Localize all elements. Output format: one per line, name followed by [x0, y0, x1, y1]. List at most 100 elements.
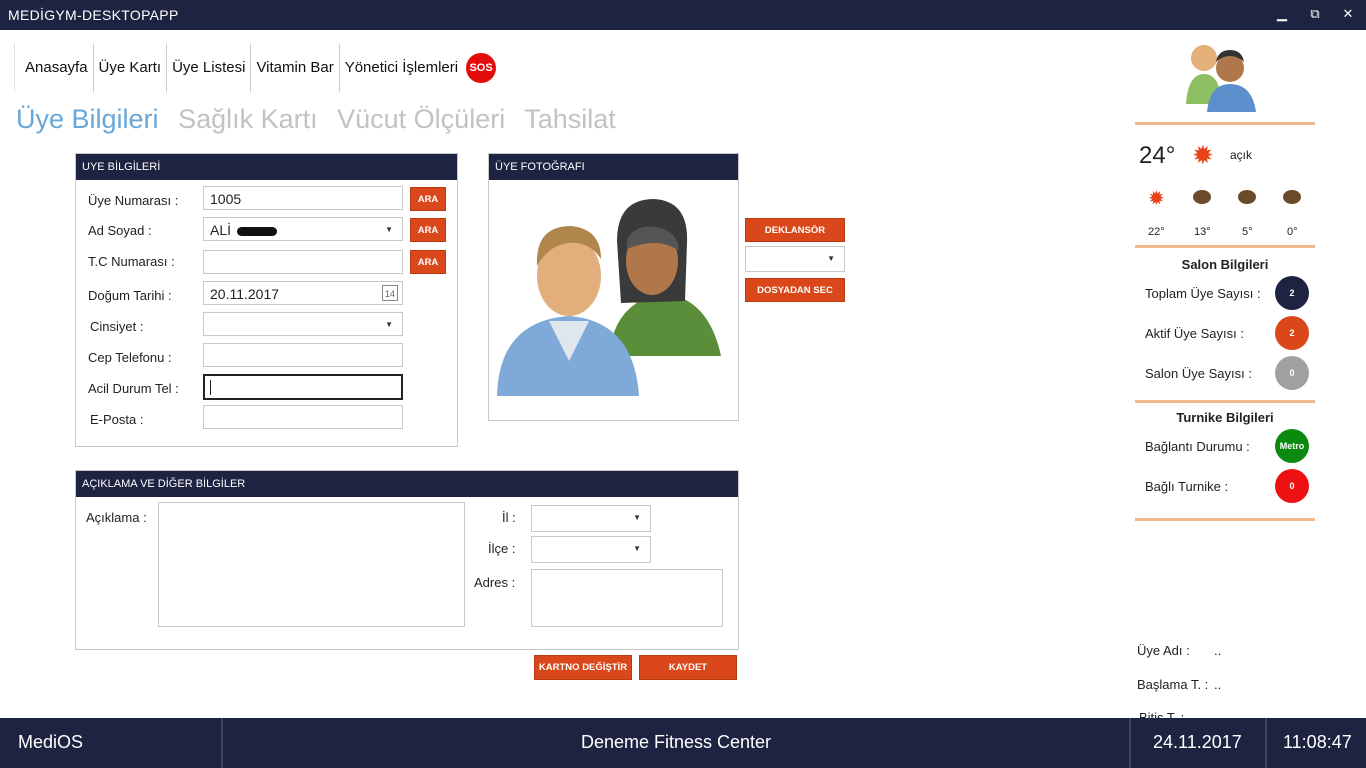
nav-vitamin-bar[interactable]: Vitamin Bar	[250, 44, 338, 92]
main-nav: Anasayfa Üye Kartı Üye Listesi Vitamin B…	[14, 44, 497, 92]
save-button[interactable]: KAYDET	[639, 655, 737, 680]
taskbar: MediOS Deneme Fitness Center 24.11.2017 …	[0, 718, 1366, 768]
forecast-temp: 5°	[1242, 226, 1253, 238]
from-file-button[interactable]: DOSYADAN SEC	[745, 278, 845, 302]
salon-members-badge: 0	[1275, 356, 1309, 390]
email-input[interactable]	[203, 405, 403, 429]
name-select[interactable]: ALİ ▼	[203, 217, 403, 241]
minimize-button[interactable]: ▁	[1272, 6, 1292, 24]
sos-button[interactable]: SOS	[466, 53, 497, 83]
cloud-icon	[1283, 190, 1301, 204]
search-number-button[interactable]: ARA	[410, 187, 446, 211]
taskbar-separator	[1129, 718, 1131, 768]
nav-member-card[interactable]: Üye Kartı	[92, 44, 167, 92]
search-tc-button[interactable]: ARA	[410, 250, 446, 274]
birth-date-value: 20.11.2017	[210, 286, 280, 302]
forecast-temp: 13°	[1194, 226, 1211, 238]
shutter-button[interactable]: DEKLANSÖR	[745, 218, 845, 242]
start-date-value: ..	[1214, 677, 1222, 692]
birth-date-label: Doğum Tarihi :	[88, 288, 172, 303]
weather-description: açık	[1230, 148, 1253, 162]
description-textarea[interactable]	[158, 502, 465, 627]
district-label: İlçe :	[488, 541, 516, 556]
photo-panel: ÜYE FOTOĞRAFI	[488, 153, 739, 421]
member-photo-placeholder	[497, 199, 721, 396]
name-value: ALİ	[210, 222, 232, 238]
salon-members-label: Salon Üye Sayısı :	[1145, 366, 1252, 381]
users-avatar-icon	[1186, 45, 1256, 112]
forecast-temp: 22°	[1148, 226, 1165, 238]
district-select[interactable]: ▼	[531, 536, 651, 563]
calendar-icon[interactable]: 14	[382, 285, 398, 301]
change-card-button[interactable]: KARTNO DEĞİŞTİR	[534, 655, 632, 680]
birth-date-input[interactable]: 20.11.2017 14	[203, 281, 403, 305]
turnstile-title: Turnike Bilgileri	[1176, 410, 1274, 425]
member-number-label: Üye Numarası :	[88, 193, 179, 208]
address-label: Adres :	[474, 575, 516, 590]
gender-label: Cinsiyet :	[90, 319, 144, 334]
city-label: İl :	[502, 510, 516, 525]
nav-admin[interactable]: Yönetici İşlemleri	[338, 44, 463, 92]
camera-select[interactable]: ▼	[745, 246, 845, 272]
divider	[1135, 122, 1315, 125]
os-name: MediOS	[18, 732, 84, 752]
sub-tabs: Üye Bilgileri Sağlık Kartı Vücut Ölçüler…	[16, 104, 628, 135]
taskbar-date: 24.11.2017	[1153, 732, 1242, 752]
tab-body-measurements[interactable]: Vücut Ölçüleri	[337, 104, 505, 134]
tab-health-card[interactable]: Sağlık Kartı	[178, 104, 318, 134]
forecast-temp: 0°	[1287, 226, 1298, 238]
tc-input[interactable]	[203, 250, 403, 274]
cloud-icon	[1193, 190, 1211, 204]
tc-label: T.C Numarası :	[88, 254, 175, 269]
text-cursor	[210, 380, 211, 395]
connected-turnstile-badge: 0	[1275, 469, 1309, 503]
connection-status-label: Bağlantı Durumu :	[1145, 439, 1250, 454]
chevron-down-icon: ▼	[385, 225, 393, 234]
divider	[1135, 518, 1315, 521]
phone-input[interactable]	[203, 343, 403, 367]
total-members-label: Toplam Üye Sayısı :	[1145, 286, 1261, 301]
city-select[interactable]: ▼	[531, 505, 651, 532]
start-date-label: Başlama T. :	[1137, 677, 1209, 692]
connection-status-badge: Metro	[1275, 429, 1309, 463]
name-label: Ad Soyad :	[88, 223, 152, 238]
gender-select[interactable]: ▼	[203, 312, 403, 336]
emergency-phone-input[interactable]	[203, 374, 403, 400]
photo-header: ÜYE FOTOĞRAFI	[489, 154, 738, 180]
salon-title: Salon Bilgileri	[1181, 257, 1269, 272]
active-members-badge: 2	[1275, 316, 1309, 350]
search-name-button[interactable]: ARA	[410, 218, 446, 242]
address-textarea[interactable]	[531, 569, 723, 627]
chevron-down-icon: ▼	[385, 320, 393, 329]
fitness-center-name: Deneme Fitness Center	[580, 732, 772, 752]
description-label: Açıklama :	[86, 510, 147, 525]
phone-label: Cep Telefonu :	[88, 350, 172, 365]
total-members-badge: 2	[1275, 276, 1309, 310]
redacted-mark	[236, 226, 277, 236]
cloud-icon	[1238, 190, 1256, 204]
restore-button[interactable]: ⧉	[1305, 6, 1325, 24]
divider	[1135, 400, 1315, 403]
close-button[interactable]: ✕	[1338, 6, 1358, 24]
window-title: MEDİGYM-DESKTOPAPP	[8, 7, 179, 23]
weather-temperature: 24°	[1139, 142, 1176, 169]
taskbar-time: 11:08:47	[1283, 732, 1352, 752]
tab-payment[interactable]: Tahsilat	[524, 104, 616, 134]
tab-member-info[interactable]: Üye Bilgileri	[16, 104, 159, 134]
member-number-input[interactable]: 1005	[203, 186, 403, 210]
sun-icon: ✹	[1148, 188, 1165, 210]
sun-icon: ✹	[1192, 140, 1214, 170]
member-name-value: ..	[1214, 643, 1222, 658]
chevron-down-icon: ▼	[827, 254, 835, 263]
emergency-phone-label: Acil Durum Tel :	[88, 381, 179, 396]
nav-member-list[interactable]: Üye Listesi	[166, 44, 250, 92]
connected-turnstile-label: Bağlı Turnike :	[1145, 479, 1229, 494]
chevron-down-icon: ▼	[633, 513, 641, 522]
email-label: E-Posta :	[90, 412, 144, 427]
taskbar-separator	[1265, 718, 1267, 768]
divider	[1135, 245, 1315, 248]
notes-header: AÇIKLAMA VE DİĞER BİLGİLER	[76, 471, 738, 497]
nav-home[interactable]: Anasayfa	[14, 44, 93, 92]
member-name-label: Üye Adı :	[1137, 643, 1190, 658]
member-info-header: UYE BİLGİLERİ	[76, 154, 457, 180]
